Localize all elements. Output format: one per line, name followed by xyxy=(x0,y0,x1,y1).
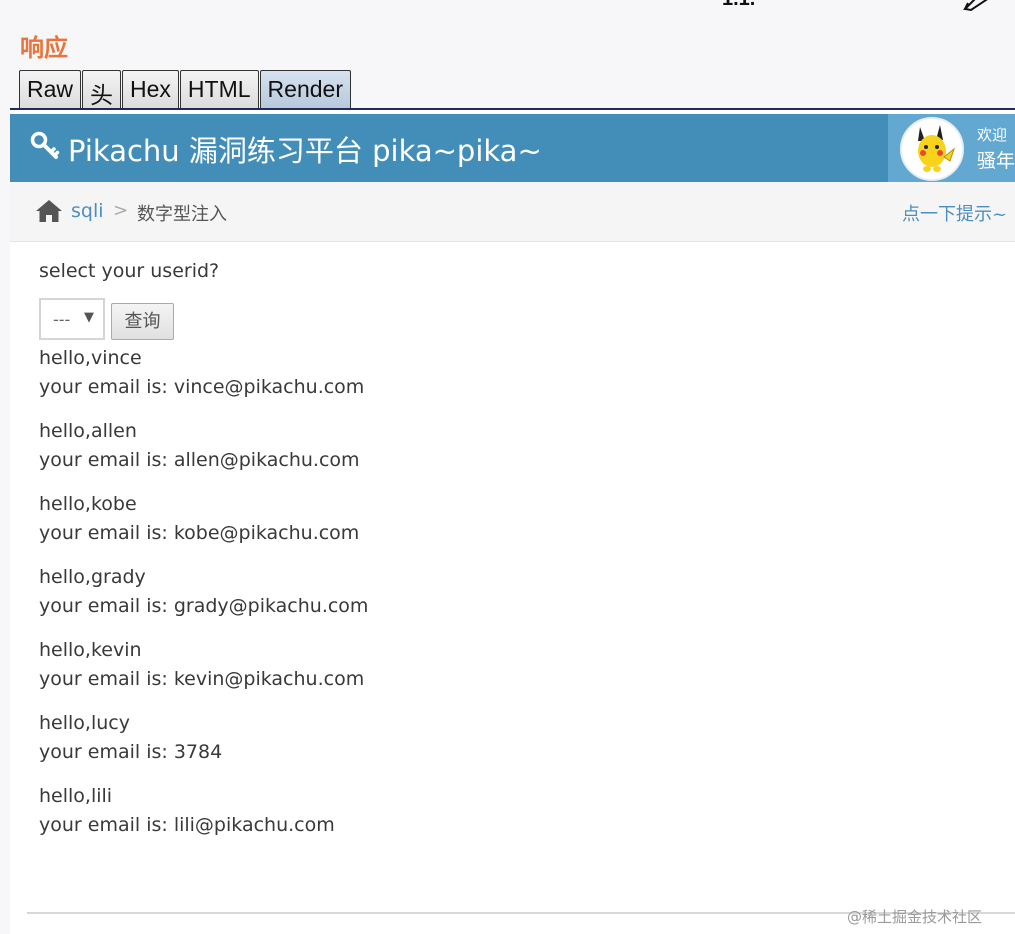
tab-headers[interactable]: 头 xyxy=(82,70,122,108)
render-viewport: Pikachu 漏洞练习平台 pika~pika~ 欢迎 骚年 sqli > 数… xyxy=(10,110,1015,934)
breadcrumb-link-sqli[interactable]: sqli xyxy=(71,200,104,222)
result-hello: hello,lucy xyxy=(39,712,130,734)
brand-text: Pikachu 漏洞练习平台 pika~pika~ xyxy=(68,134,542,168)
result-email: your email is: allen@pikachu.com xyxy=(39,449,360,471)
breadcrumb-current: 数字型注入 xyxy=(137,204,227,225)
key-icon xyxy=(30,131,68,168)
result-email: your email is: grady@pikachu.com xyxy=(39,595,369,617)
result-email: your email is: lili@pikachu.com xyxy=(39,814,335,836)
result-item: hello,lili your email is: lili@pikachu.c… xyxy=(39,782,639,855)
result-item: hello,kobe your email is: kobe@pikachu.c… xyxy=(39,490,639,563)
result-hello: hello,grady xyxy=(39,566,146,588)
pikachu-avatar xyxy=(900,117,964,181)
tab-hex[interactable]: Hex xyxy=(122,70,179,108)
result-hello: hello,lili xyxy=(39,785,113,807)
chevron-down-icon: ▼ xyxy=(84,310,94,325)
hint-link[interactable]: 点一下提示~ xyxy=(902,200,1007,226)
response-tabs: Raw 头 Hex HTML Render xyxy=(19,70,352,108)
tab-raw[interactable]: Raw xyxy=(19,70,82,108)
result-hello: hello,kobe xyxy=(39,493,137,515)
result-item: hello,allen your email is: allen@pikachu… xyxy=(39,417,639,490)
result-email: your email is: kobe@pikachu.com xyxy=(39,522,360,544)
userid-prompt: select your userid? xyxy=(39,260,220,282)
breadcrumb: sqli > 数字型注入 点一下提示~ xyxy=(10,182,1015,242)
result-item: hello,vince your email is: vince@pikachu… xyxy=(39,344,639,417)
result-hello: hello,vince xyxy=(39,347,142,369)
home-icon[interactable] xyxy=(35,199,63,227)
response-title: 响应 xyxy=(20,36,68,62)
header-clip-text: 1.1. xyxy=(722,0,755,10)
pen-icon[interactable] xyxy=(962,0,990,18)
welcome-text: 欢迎 xyxy=(977,126,1008,144)
results-list: hello,vince your email is: vince@pikachu… xyxy=(39,344,639,855)
burp-response-panel: 1.1. 响应 Raw 头 Hex HTML Render xyxy=(0,0,1015,934)
tab-render[interactable]: Render xyxy=(259,70,351,108)
result-item: hello,kevin your email is: kevin@pikachu… xyxy=(39,636,639,709)
watermark: @稀土掘金技术社区 xyxy=(847,908,983,926)
result-email: your email is: 3784 xyxy=(39,741,223,763)
tab-html[interactable]: HTML xyxy=(179,70,259,108)
request-header-clipped: 1.1. xyxy=(722,0,988,12)
result-item: hello,grady your email is: grady@pikachu… xyxy=(39,563,639,636)
site-brand[interactable]: Pikachu 漏洞练习平台 pika~pika~ xyxy=(30,128,542,170)
result-item: hello,lucy your email is: 3784 xyxy=(39,709,639,782)
username: 骚年 xyxy=(977,150,1015,172)
breadcrumb-separator: > xyxy=(113,200,129,221)
result-hello: hello,allen xyxy=(39,420,137,442)
result-email: your email is: vince@pikachu.com xyxy=(39,376,365,398)
result-hello: hello,kevin xyxy=(39,639,142,661)
select-value: --- xyxy=(53,310,71,329)
userid-select[interactable]: --- ▼ xyxy=(39,298,105,340)
result-email: your email is: kevin@pikachu.com xyxy=(39,668,365,690)
site-navbar: Pikachu 漏洞练习平台 pika~pika~ 欢迎 骚年 xyxy=(10,114,1015,182)
query-button[interactable]: 查询 xyxy=(111,303,174,340)
user-box[interactable]: 欢迎 骚年 xyxy=(888,114,1015,182)
